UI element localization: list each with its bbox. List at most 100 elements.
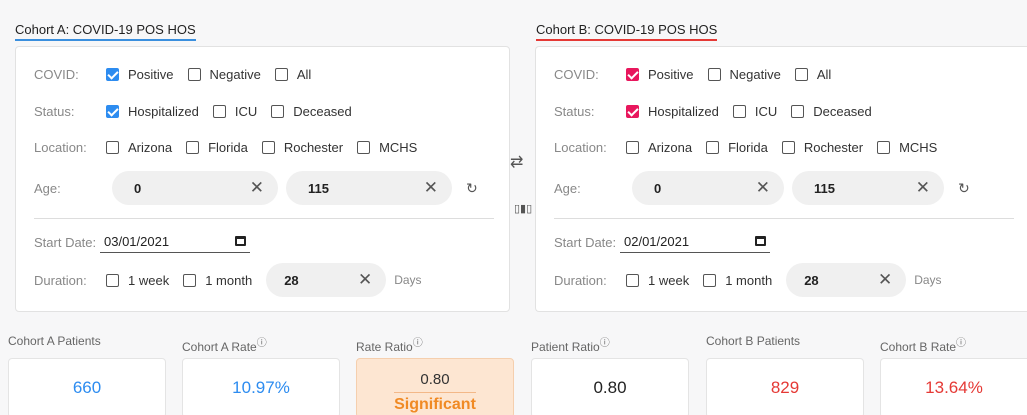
checkbox-icon: [183, 273, 197, 287]
checkbox-icon: [271, 105, 285, 118]
clear-icon[interactable]: ✕: [878, 270, 892, 290]
option-label: Negative: [209, 67, 261, 82]
start-date-input[interactable]: 02/01/2021: [620, 232, 770, 253]
duration-row: Duration: 1 week 1 month 28 ✕ Days: [34, 263, 422, 297]
checkbox-icon: [706, 141, 720, 154]
duration-1-month-checkbox[interactable]: 1 month: [183, 273, 252, 288]
location-florida-checkbox[interactable]: Florida: [186, 140, 248, 155]
covid-all-checkbox[interactable]: All: [274, 67, 312, 82]
covid-all-checkbox[interactable]: All: [794, 67, 831, 82]
info-icon[interactable]: ⓘ: [413, 338, 423, 349]
option-label: Arizona: [648, 140, 693, 155]
clear-icon[interactable]: ✕: [756, 178, 770, 198]
location-arizona-checkbox[interactable]: Arizona: [106, 140, 172, 155]
status-hospitalized-checkbox[interactable]: Hospitalized: [106, 104, 199, 119]
start-date-input[interactable]: 03/01/2021: [100, 232, 250, 253]
age-max-input[interactable]: 115 ✕: [792, 171, 944, 205]
swap-icon[interactable]: ⇄: [510, 152, 523, 172]
status-hospitalized-checkbox[interactable]: Hospitalized: [626, 104, 719, 119]
age-max-value: 115: [814, 180, 835, 196]
covid-positive-checkbox[interactable]: Positive: [106, 67, 174, 82]
info-icon[interactable]: ⓘ: [956, 338, 966, 349]
option-label: Hospitalized: [128, 104, 199, 119]
duration-value: 28: [804, 272, 819, 288]
option-label: 1 week: [128, 272, 170, 288]
option-label: Arizona: [128, 140, 173, 155]
option-label: Florida: [208, 140, 248, 155]
status-icu-checkbox[interactable]: ICU: [212, 104, 258, 119]
option-label: MCHS: [379, 140, 418, 155]
covid-row: COVID: Positive Negative All: [34, 67, 325, 82]
start-date-label: Start Date:: [34, 235, 97, 250]
cohort-b-rate-card: 13.64%: [880, 358, 1027, 415]
status-deceased-checkbox[interactable]: Deceased: [791, 104, 872, 119]
checkbox-icon: [106, 141, 119, 154]
checkbox-icon: [794, 68, 808, 81]
compare-icon[interactable]: ▯▮▯: [514, 202, 532, 215]
significance-badge: Significant: [394, 392, 476, 414]
status-icu-checkbox[interactable]: ICU: [732, 104, 777, 119]
location-florida-checkbox[interactable]: Florida: [706, 140, 768, 155]
duration-1-week-checkbox[interactable]: 1 week: [626, 273, 689, 288]
clear-icon[interactable]: ✕: [358, 270, 372, 290]
option-label: Rochester: [283, 140, 344, 155]
location-mchs-checkbox[interactable]: MCHS: [877, 140, 937, 155]
days-unit-label: Days: [914, 273, 942, 287]
checkbox-checked-icon: [106, 105, 119, 118]
covid-positive-checkbox[interactable]: Positive: [626, 67, 694, 82]
checkbox-icon: [274, 68, 288, 81]
location-arizona-checkbox[interactable]: Arizona: [626, 140, 692, 155]
checkbox-checked-icon: [626, 105, 639, 118]
patient-ratio-card: 0.80: [531, 358, 689, 415]
option-label: ICU: [234, 104, 258, 119]
age-min-input[interactable]: 0 ✕: [112, 171, 278, 205]
info-icon[interactable]: ⓘ: [600, 338, 610, 349]
age-row: Age: 0 ✕ 115 ✕ ↻: [554, 171, 970, 205]
age-label: Age:: [554, 180, 581, 196]
location-mchs-checkbox[interactable]: MCHS: [357, 140, 417, 155]
age-max-input[interactable]: 115 ✕: [286, 171, 452, 205]
start-date-value: 02/01/2021: [624, 234, 690, 249]
duration-1-week-checkbox[interactable]: 1 week: [106, 273, 169, 288]
duration-label: Duration:: [554, 272, 607, 288]
status-deceased-checkbox[interactable]: Deceased: [271, 104, 352, 119]
cohort-b-patients-label: Cohort B Patients: [706, 334, 801, 348]
age-max-value: 115: [308, 180, 329, 196]
option-label: All: [296, 67, 312, 82]
info-icon[interactable]: ⓘ: [257, 338, 267, 349]
start-date-label: Start Date:: [554, 235, 617, 250]
reset-icon[interactable]: ↻: [466, 180, 478, 197]
age-min-value: 0: [654, 180, 662, 196]
rate-ratio-label: Rate Ratioⓘ: [356, 338, 423, 354]
cohort-a-rate-label: Cohort A Rateⓘ: [182, 338, 267, 354]
age-min-input[interactable]: 0 ✕: [632, 171, 784, 205]
location-label: Location:: [554, 140, 607, 155]
start-date-row: Start Date: 03/01/2021: [34, 232, 250, 253]
location-rochester-checkbox[interactable]: Rochester: [781, 140, 863, 155]
calendar-icon[interactable]: [755, 236, 766, 246]
cohort-a-rate-card: 10.97%: [182, 358, 340, 415]
checkbox-icon: [212, 105, 226, 118]
divider: [34, 218, 494, 219]
duration-1-month-checkbox[interactable]: 1 month: [703, 273, 772, 288]
checkbox-icon: [732, 105, 746, 118]
checkbox-icon: [707, 68, 721, 81]
clear-icon[interactable]: ✕: [916, 178, 930, 198]
age-min-value: 0: [134, 180, 142, 196]
cohort-b-panel: COVID: Positive Negative All Status: Hos…: [535, 46, 1027, 312]
clear-icon[interactable]: ✕: [424, 178, 438, 198]
location-rochester-checkbox[interactable]: Rochester: [261, 140, 344, 155]
covid-negative-checkbox[interactable]: Negative: [187, 67, 261, 82]
checkbox-checked-icon: [106, 68, 119, 81]
start-date-row: Start Date: 02/01/2021: [554, 232, 770, 253]
duration-days-input[interactable]: 28 ✕: [786, 263, 907, 297]
reset-icon[interactable]: ↻: [958, 180, 970, 197]
covid-negative-checkbox[interactable]: Negative: [707, 67, 781, 82]
checkbox-icon: [877, 141, 891, 154]
clear-icon[interactable]: ✕: [250, 178, 264, 198]
calendar-icon[interactable]: [235, 236, 246, 246]
option-label: Deceased: [293, 104, 352, 119]
age-label: Age:: [34, 180, 61, 196]
duration-days-input[interactable]: 28 ✕: [266, 263, 387, 297]
cohort-a-rate-value: 10.97%: [232, 378, 290, 397]
